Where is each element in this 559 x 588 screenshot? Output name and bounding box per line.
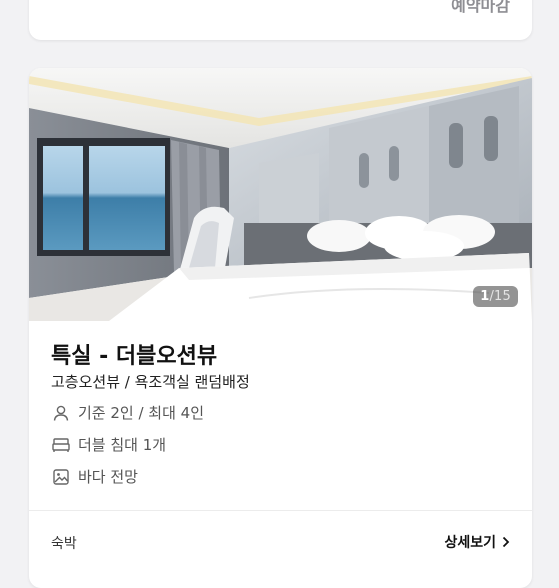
- occupancy-text: 기준 2인 / 최대 4인: [78, 404, 205, 422]
- divider: [29, 510, 532, 511]
- view-info: 바다 전망: [51, 466, 138, 487]
- view-details-link[interactable]: 상세보기: [444, 532, 510, 552]
- room-photo: [29, 68, 532, 321]
- previous-room-card: 예약마감: [29, 0, 532, 40]
- view-text: 바다 전망: [78, 468, 138, 486]
- bed-info: 더블 침대 1개: [51, 434, 166, 455]
- chevron-right-icon: [502, 536, 510, 548]
- occupancy-info: 기준 2인 / 최대 4인: [51, 402, 204, 423]
- bed-icon: [51, 435, 71, 455]
- photo-counter: 1/15: [473, 286, 518, 307]
- sold-out-status: 예약마감: [451, 0, 510, 15]
- image-icon: [51, 467, 71, 487]
- stay-type-label: 숙박: [51, 536, 77, 552]
- view-details-label: 상세보기: [444, 535, 496, 551]
- room-title: 특실 - 더블오션뷰: [51, 344, 218, 369]
- photo-counter-total: /15: [489, 289, 511, 304]
- bed-text: 더블 침대 1개: [78, 436, 167, 454]
- room-photo-carousel[interactable]: 1/15: [29, 68, 532, 321]
- room-subtitle: 고층오션뷰 / 욕조객실 랜덤배정: [51, 373, 250, 391]
- room-card[interactable]: 1/15 특실 - 더블오션뷰 고층오션뷰 / 욕조객실 랜덤배정 기준 2인 …: [29, 68, 532, 588]
- person-icon: [51, 403, 71, 423]
